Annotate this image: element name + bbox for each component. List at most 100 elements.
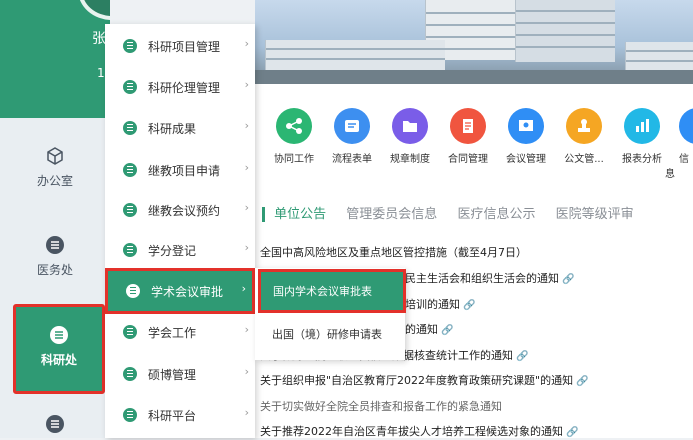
menu-item-label: 学会工作	[148, 326, 197, 340]
nav-item-label: 医务处	[36, 263, 73, 277]
menu-item-society-work[interactable]: 学会工作 ›	[105, 312, 255, 352]
app-contracts[interactable]: 合同管理	[438, 108, 498, 165]
user-name: 张	[92, 31, 106, 47]
list-icon	[123, 121, 137, 135]
building	[625, 42, 693, 70]
app-label: 规章制度	[390, 154, 430, 165]
notice-item[interactable]: 全国中高风险地区及重点地区管控措施（截至4月7日）	[260, 244, 527, 260]
list-icon	[123, 39, 137, 53]
list-icon	[123, 80, 137, 94]
notice-item[interactable]: 民主生活会和组织生活会的通知 🔗	[405, 270, 574, 286]
list-icon	[123, 408, 137, 422]
app-regulations[interactable]: 规章制度	[380, 108, 440, 165]
app-process-form[interactable]: 流程表单	[322, 108, 382, 165]
app-label: 信息	[665, 154, 689, 180]
notice-item[interactable]: 的通知 🔗	[405, 321, 453, 337]
app-label: 流程表单	[332, 154, 372, 165]
menu-item-academic-conference[interactable]: 学术会议审批 ›	[105, 268, 255, 314]
notice-text: 关于切实做好全院全员排查和报备工作的紧急通知	[260, 400, 502, 413]
notice-text: 培训的通知	[405, 298, 460, 311]
notice-text: 关于组织申报"自治区教育厅2022年度教育政策研究课题"的通知	[260, 374, 574, 387]
form-icon	[334, 108, 370, 144]
list-icon	[123, 243, 137, 257]
menu-item-research-projects[interactable]: 科研项目管理 ›	[105, 26, 255, 66]
list-icon	[126, 284, 140, 298]
nav-item-more[interactable]	[0, 414, 110, 440]
road	[255, 70, 693, 84]
tab-hospital-grading[interactable]: 医院等级评审	[556, 207, 634, 222]
notice-text: 全国中高风险地区及重点地区管控措施（截至4月7日）	[260, 246, 527, 259]
notice-item[interactable]: 培训的通知 🔗	[405, 296, 475, 312]
attachment-icon: 🔗	[562, 274, 575, 285]
chart-icon	[624, 108, 660, 144]
app-report-analysis[interactable]: 报表分析	[612, 108, 672, 165]
profile-panel: ✓ 张 1	[0, 0, 110, 118]
nav-item-office[interactable]: 办公室	[0, 146, 110, 189]
notice-tabs: 单位公告 管理委员会信息 医疗信息公示 医院等级评审	[262, 203, 650, 222]
attachment-icon: 🔗	[516, 351, 529, 362]
menu-item-achievements[interactable]: 科研成果 ›	[105, 108, 255, 148]
chevron-right-icon: ›	[244, 365, 249, 378]
share-icon	[276, 108, 312, 144]
menu-item-label: 科研项目管理	[148, 40, 221, 54]
list-icon	[123, 367, 137, 381]
submenu-domestic-conference-form[interactable]: 国内学术会议审批表	[258, 269, 406, 313]
user-id: 1	[97, 66, 105, 80]
menu-item-label: 硕博管理	[148, 368, 197, 382]
app-collaboration[interactable]: 协同工作	[264, 108, 324, 165]
tab-indicator	[262, 207, 265, 222]
meeting-icon	[508, 108, 544, 144]
document-icon	[450, 108, 486, 144]
chevron-right-icon: ›	[244, 119, 249, 132]
notice-text: 关于推荐2022年自治区青年拔尖人才培养工程候选对象的通知	[260, 425, 563, 438]
menu-item-graduate[interactable]: 硕博管理 ›	[105, 354, 255, 394]
notice-item[interactable]: 关于切实做好全院全员排查和报备工作的紧急通知	[260, 398, 502, 414]
attachment-icon: 🔗	[566, 427, 579, 438]
app-label: 合同管理	[448, 154, 488, 165]
tab-medical-info[interactable]: 医疗信息公示	[457, 207, 535, 222]
chevron-right-icon: ›	[244, 323, 249, 336]
building	[515, 0, 615, 62]
list-icon	[123, 163, 137, 177]
banner-image	[255, 0, 693, 84]
menu-item-credits[interactable]: 学分登记 ›	[105, 230, 255, 270]
avatar[interactable]	[78, 0, 110, 20]
list-icon	[123, 325, 137, 339]
building	[265, 40, 445, 70]
tab-unit-announcements[interactable]: 单位公告	[274, 207, 326, 222]
menu-item-ce-meetings[interactable]: 继教会议预约 ›	[105, 190, 255, 230]
info-icon	[679, 108, 693, 144]
attachment-icon: 🔗	[576, 376, 589, 387]
cube-icon	[47, 147, 63, 165]
attachment-icon: 🔗	[463, 300, 476, 311]
list-icon	[123, 203, 137, 217]
nav-item-research[interactable]: 科研处	[13, 304, 105, 394]
app-meetings[interactable]: 会议管理	[496, 108, 556, 165]
chevron-right-icon: ›	[244, 406, 249, 419]
attachment-icon: 🔗	[441, 325, 454, 336]
chevron-right-icon: ›	[244, 201, 249, 214]
chevron-right-icon: ›	[241, 282, 246, 295]
tab-committee-info[interactable]: 管理委员会信息	[346, 207, 437, 222]
notice-item[interactable]: 关于推荐2022年自治区青年拔尖人才培养工程候选对象的通知 🔗	[260, 423, 578, 439]
nav-item-label: 科研处	[40, 353, 77, 367]
app-label: 公文管...	[564, 154, 604, 165]
app-official-docs[interactable]: 公文管...	[554, 108, 614, 165]
app-info[interactable]: 信息	[665, 108, 693, 180]
submenu-overseas-study-form[interactable]: 出国（境）研修申请表	[272, 326, 382, 342]
menu-item-ethics[interactable]: 科研伦理管理 ›	[105, 67, 255, 107]
menu-item-label: 学分登记	[148, 244, 197, 258]
menu-item-label: 科研伦理管理	[148, 81, 221, 95]
nav-item-medical[interactable]: 医务处	[0, 235, 110, 278]
menu-item-research-platform[interactable]: 科研平台 ›	[105, 395, 255, 435]
menu-item-ce-projects[interactable]: 继教项目申请 ›	[105, 150, 255, 190]
stamp-icon	[566, 108, 602, 144]
app-label: 会议管理	[506, 154, 546, 165]
app-label: 协同工作	[274, 154, 314, 165]
chevron-right-icon: ›	[244, 161, 249, 174]
app-label: 报表分析	[622, 154, 662, 165]
chevron-right-icon: ›	[244, 78, 249, 91]
notice-item[interactable]: 关于组织申报"自治区教育厅2022年度教育政策研究课题"的通知 🔗	[260, 372, 589, 388]
menu-item-label: 科研平台	[148, 409, 197, 423]
menu-item-label: 继教会议预约	[148, 204, 221, 218]
